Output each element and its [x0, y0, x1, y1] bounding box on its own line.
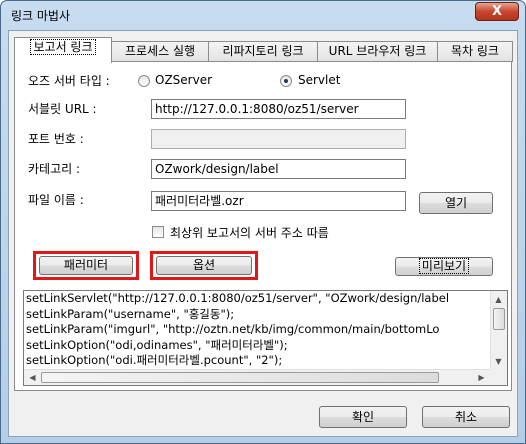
link-wizard-window: 링크 마법사 X 보고서 링크 프로세스 실행 리파지토리 링크 URL 브라우…	[0, 0, 526, 444]
dialog-client-area: 보고서 링크 프로세스 실행 리파지토리 링크 URL 브라우저 링크 목차 링…	[8, 30, 518, 437]
script-line: setLinkOption("odi,odinames", "패러미터라벨");	[26, 337, 288, 352]
scroll-up-arrow-icon[interactable]: ▲	[491, 292, 506, 307]
close-button[interactable]: X	[475, 2, 519, 21]
servlet-url-field[interactable]: http://127.0.0.1:8080/oz51/server	[151, 99, 406, 119]
preview-button[interactable]: 미리보기	[395, 257, 493, 276]
script-line: setLinkServlet("http://127.0.0.1:8080/oz…	[26, 291, 450, 305]
follow-parent-checkbox[interactable]	[152, 226, 164, 238]
close-icon: X	[491, 4, 503, 19]
scroll-down-arrow-icon[interactable]: ▼	[491, 354, 506, 369]
horizontal-scroll-thumb[interactable]	[41, 372, 439, 383]
vertical-scrollbar[interactable]: ▲ ▼	[490, 291, 507, 370]
report-link-panel: 오즈 서버 타입 : OZServer Servlet 서블릿 URL : ht…	[14, 61, 512, 391]
script-lines: setLinkServlet("http://127.0.0.1:8080/oz…	[26, 291, 489, 370]
vertical-scroll-thumb[interactable]	[493, 308, 505, 330]
script-line: setLinkParam("username", "홍길동");	[26, 306, 235, 321]
port-label: 포트 번호 :	[28, 132, 84, 146]
servlet-url-label: 서블릿 URL :	[28, 102, 97, 116]
tab-report-link[interactable]: 보고서 링크	[14, 37, 112, 63]
title-bar[interactable]: 링크 마법사 X	[1, 1, 525, 29]
scroll-right-arrow-icon[interactable]: ▶	[474, 370, 489, 385]
follow-parent-label[interactable]: 최상위 보고서의 서버 주소 따름	[170, 224, 329, 241]
category-field[interactable]: OZwork/design/label	[151, 159, 406, 179]
servlet-radio-label[interactable]: Servlet	[298, 73, 340, 87]
scrollbar-corner	[490, 369, 507, 385]
category-label: 카테고리 :	[28, 162, 81, 176]
cancel-button[interactable]: 취소	[422, 406, 510, 428]
window-title: 링크 마법사	[11, 9, 71, 23]
parameter-button[interactable]: 패러미터	[39, 256, 133, 275]
filename-field[interactable]: 패러미터라벨.ozr	[151, 191, 406, 211]
tab-toc-link[interactable]: 목차 링크	[437, 41, 513, 62]
servlet-radio[interactable]	[280, 75, 292, 87]
horizontal-scrollbar[interactable]: ◀ ▶	[24, 369, 491, 385]
script-line: setLinkOption("odi.패러미터라벨.pcount", "2");	[26, 353, 283, 367]
scroll-left-arrow-icon[interactable]: ◀	[25, 370, 40, 385]
tab-process-run[interactable]: 프로세스 실행	[111, 41, 209, 62]
server-type-label: 오즈 서버 타입 :	[28, 74, 110, 88]
ok-button[interactable]: 확인	[319, 406, 407, 428]
port-field[interactable]	[151, 129, 406, 149]
ozserver-radio[interactable]	[138, 75, 150, 87]
tab-repository-link[interactable]: 리파지토리 링크	[208, 41, 318, 62]
tab-url-browser-link[interactable]: URL 브라우저 링크	[317, 41, 438, 62]
option-button[interactable]: 옵션	[156, 256, 252, 275]
script-line: setLinkParam("imgurl", "http://oztn.net/…	[26, 322, 440, 336]
ozserver-radio-label[interactable]: OZServer	[155, 73, 212, 87]
filename-label: 파일 이름 :	[28, 193, 84, 207]
script-textarea[interactable]: setLinkServlet("http://127.0.0.1:8080/oz…	[23, 290, 508, 386]
open-button[interactable]: 열기	[419, 192, 493, 214]
